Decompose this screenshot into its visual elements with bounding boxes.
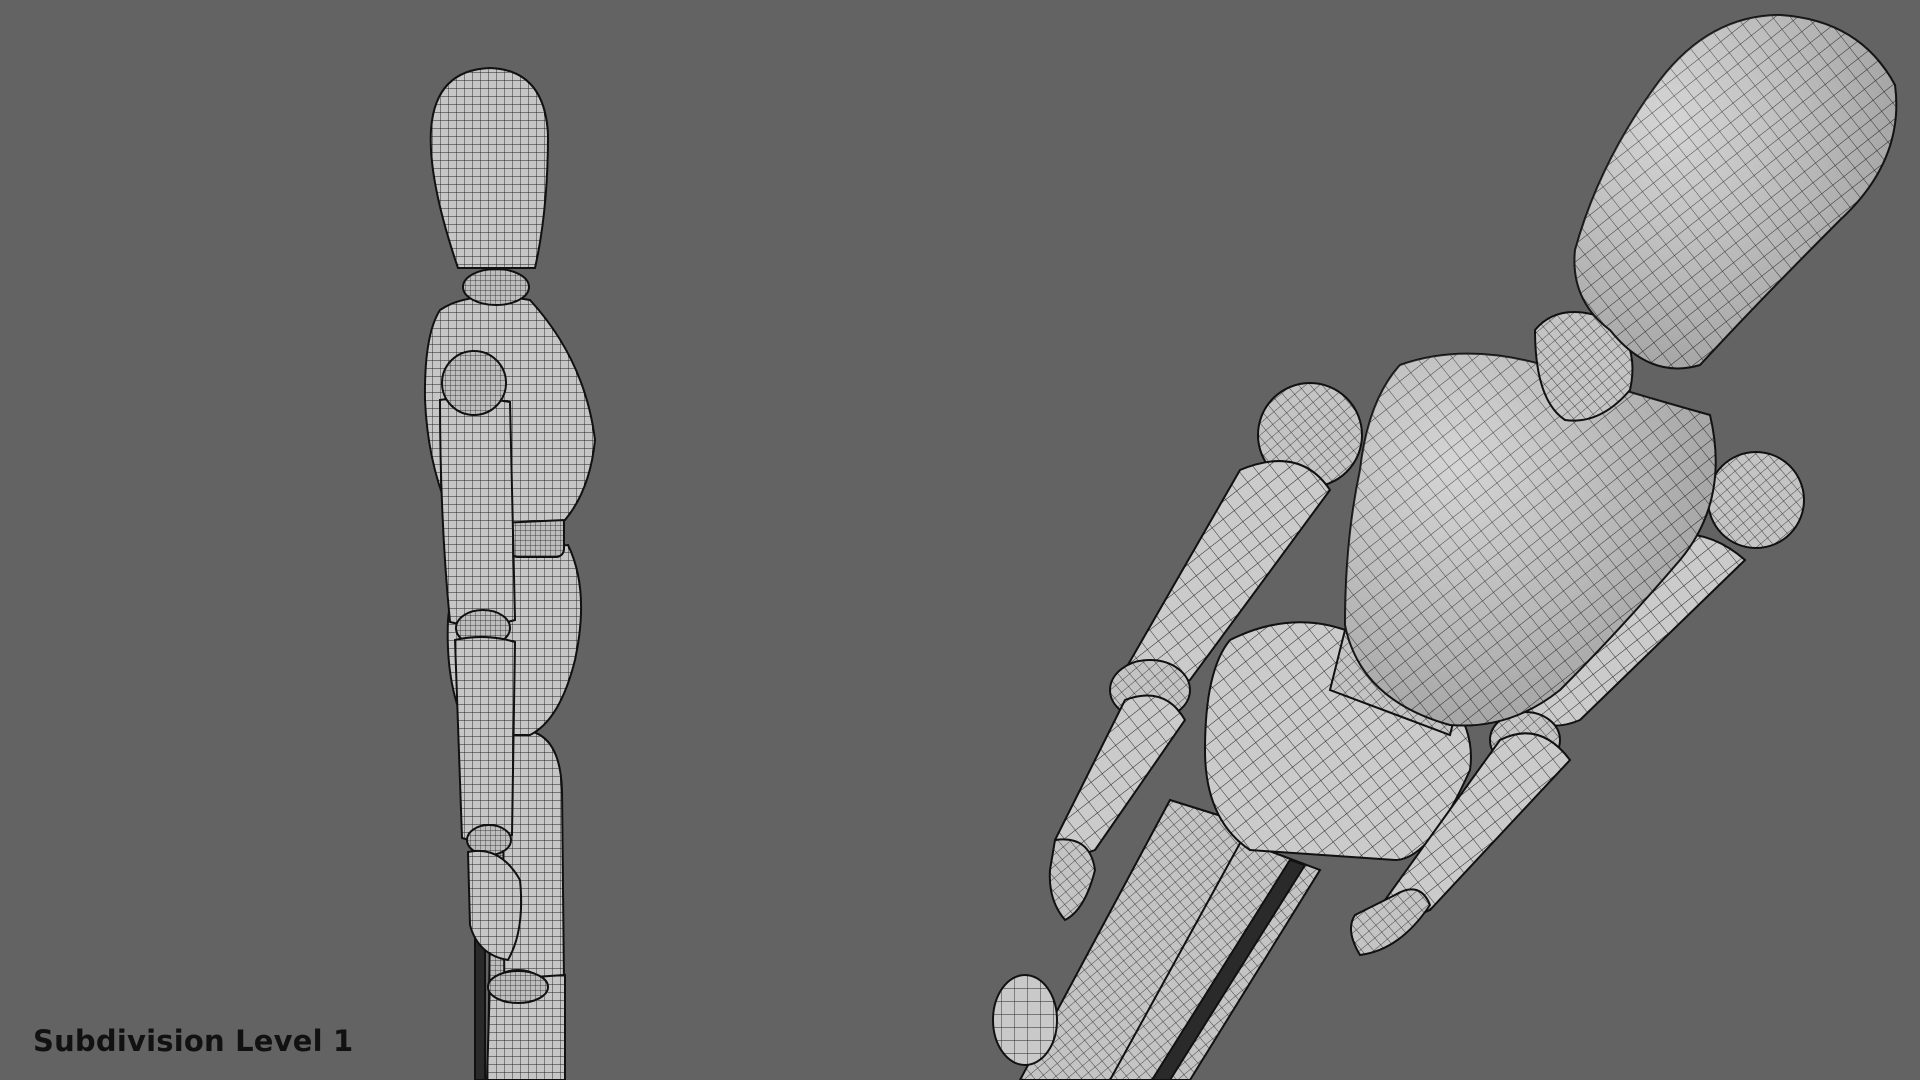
3d-viewport[interactable]: Subdivision Level 1	[0, 0, 1920, 1080]
right-mannequin	[992, 13, 1898, 1080]
left-forearm	[453, 636, 517, 842]
left-shoulder-joint	[441, 350, 507, 416]
left-shin-joint	[487, 970, 549, 1004]
right-lower-piece	[992, 974, 1058, 1066]
subdivision-level-label: Subdivision Level 1	[33, 1024, 354, 1058]
left-neck	[462, 268, 530, 306]
right-far-shoulder	[1707, 451, 1805, 549]
render-scene	[423, 13, 1898, 1080]
left-mannequin	[423, 66, 597, 1080]
right-near-hand	[1048, 838, 1097, 922]
left-upper-arm	[438, 396, 517, 627]
right-far-hand	[1350, 888, 1432, 957]
left-head	[429, 66, 550, 269]
